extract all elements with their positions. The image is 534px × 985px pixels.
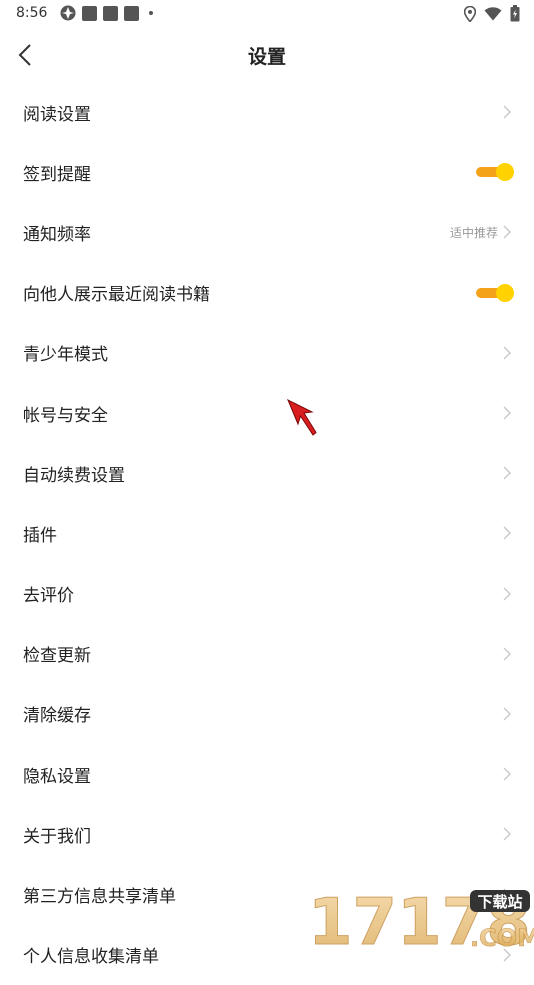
settings-item-label: 个人信息收集清单 xyxy=(23,947,159,968)
chevron-right-icon xyxy=(503,587,511,601)
status-bar: 8:56 xyxy=(0,0,534,28)
settings-item-label: 关于我们 xyxy=(23,826,91,847)
settings-item-plugins[interactable]: 插件 xyxy=(0,503,534,563)
row-right xyxy=(502,466,512,480)
settings-list: 阅读设置 签到提醒 通知频率 适中推荐 向他人展示最近阅读书籍 青少年模式 帐号… xyxy=(0,82,534,985)
settings-item-label: 青少年模式 xyxy=(23,345,108,366)
settings-item-auto-renew[interactable]: 自动续费设置 xyxy=(0,443,534,503)
row-right xyxy=(502,526,512,540)
wifi-icon xyxy=(484,6,502,20)
settings-item-label: 第三方信息共享清单 xyxy=(23,887,176,908)
settings-item-label: 自动续费设置 xyxy=(23,465,125,486)
row-right: 适中推荐 xyxy=(450,224,512,241)
settings-item-show-recent-books: 向他人展示最近阅读书籍 xyxy=(0,263,534,323)
page-title: 设置 xyxy=(247,46,286,68)
row-right xyxy=(476,283,514,303)
row-right xyxy=(502,105,512,119)
chevron-right-icon xyxy=(503,647,511,661)
settings-item-privacy[interactable]: 隐私设置 xyxy=(0,744,534,804)
row-right xyxy=(502,406,512,420)
status-left-icons xyxy=(60,5,153,21)
notification-square-icon xyxy=(124,5,139,21)
toggle-knob xyxy=(496,163,514,182)
chevron-right-icon xyxy=(503,406,511,420)
chevron-right-icon xyxy=(503,225,511,239)
row-right xyxy=(502,767,512,781)
settings-item-label: 插件 xyxy=(23,525,57,546)
status-right-icons xyxy=(464,5,520,22)
chevron-right-icon xyxy=(503,105,511,119)
settings-item-label: 检查更新 xyxy=(23,646,91,667)
settings-item-reading[interactable]: 阅读设置 xyxy=(0,82,534,142)
chevron-right-icon xyxy=(503,707,511,721)
chevron-right-icon xyxy=(503,346,511,360)
chevron-right-icon xyxy=(503,767,511,781)
row-right xyxy=(502,827,512,841)
toggle-knob xyxy=(496,283,514,302)
row-right xyxy=(502,346,512,360)
battery-icon xyxy=(510,5,520,22)
checkin-reminder-toggle[interactable] xyxy=(476,162,514,182)
settings-item-label: 帐号与安全 xyxy=(23,405,108,426)
settings-item-clear-cache[interactable]: 清除缓存 xyxy=(0,684,534,744)
row-right xyxy=(502,707,512,721)
settings-item-label: 阅读设置 xyxy=(23,104,91,125)
notification-square-icon xyxy=(103,5,118,21)
header: 设置 xyxy=(0,28,534,84)
settings-item-account-security[interactable]: 帐号与安全 xyxy=(0,383,534,443)
settings-item-label: 清除缓存 xyxy=(23,706,91,727)
status-time: 8:56 xyxy=(16,5,48,21)
settings-item-label: 签到提醒 xyxy=(23,164,91,185)
app-icon xyxy=(60,5,76,21)
settings-item-rate[interactable]: 去评价 xyxy=(0,564,534,624)
chevron-right-icon xyxy=(503,526,511,540)
row-right xyxy=(502,587,512,601)
watermark-logo: 17178 下载站 .COM xyxy=(308,886,534,951)
cursor-arrow-icon xyxy=(287,398,317,436)
location-icon xyxy=(464,5,476,22)
more-dot-icon xyxy=(149,11,153,15)
notification-frequency-value: 适中推荐 xyxy=(449,225,498,240)
settings-item-notification-frequency[interactable]: 通知频率 适中推荐 xyxy=(0,202,534,262)
settings-item-checkin-reminder: 签到提醒 xyxy=(0,142,534,202)
settings-item-check-update[interactable]: 检查更新 xyxy=(0,624,534,684)
settings-item-teen-mode[interactable]: 青少年模式 xyxy=(0,323,534,383)
chevron-right-icon xyxy=(503,466,511,480)
chevron-right-icon xyxy=(503,827,511,841)
settings-item-about[interactable]: 关于我们 xyxy=(0,804,534,864)
row-right xyxy=(476,162,514,182)
notification-square-icon xyxy=(82,5,97,21)
show-recent-books-toggle[interactable] xyxy=(476,283,514,303)
settings-item-label: 向他人展示最近阅读书籍 xyxy=(23,285,210,306)
watermark-badge: 下载站 xyxy=(477,893,522,911)
watermark-suffix: .COM xyxy=(470,924,534,950)
settings-item-label: 去评价 xyxy=(23,586,74,607)
settings-item-label: 通知频率 xyxy=(23,224,91,245)
settings-item-label: 隐私设置 xyxy=(23,766,91,787)
row-right xyxy=(502,647,512,661)
